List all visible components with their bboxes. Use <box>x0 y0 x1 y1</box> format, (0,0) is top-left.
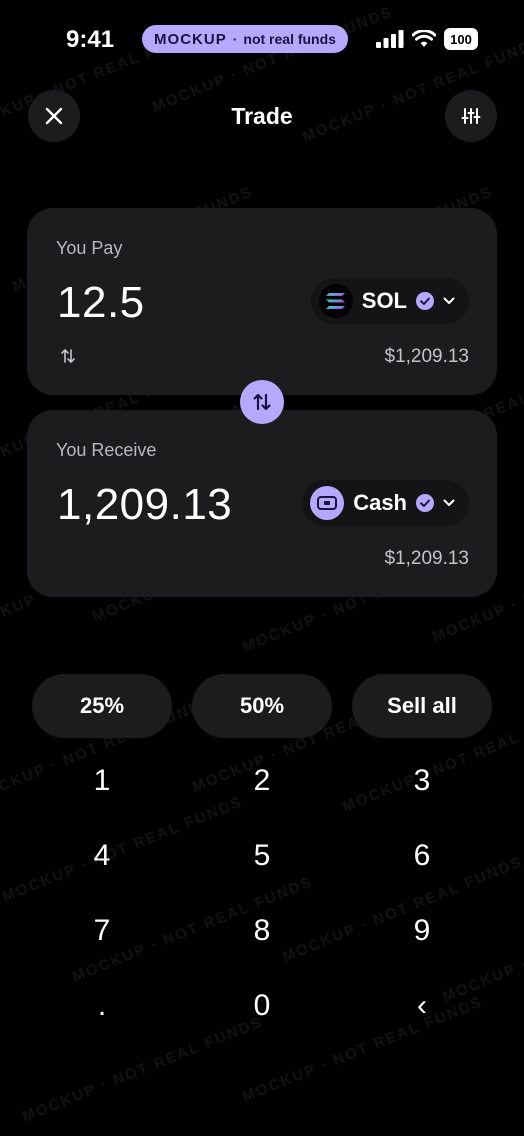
key-5[interactable]: 5 <box>182 821 342 891</box>
pay-token-selector[interactable]: SOL <box>310 278 469 324</box>
backspace-key[interactable]: ‹ <box>342 971 502 1041</box>
key-0[interactable]: 0 <box>182 971 342 1041</box>
chevron-down-icon <box>443 297 455 304</box>
receive-amount: 1,209.13 <box>57 480 233 529</box>
key-decimal[interactable]: . <box>22 971 182 1041</box>
banner-strong-text: MOCKUP <box>154 30 227 48</box>
pay-label: You Pay <box>56 238 123 258</box>
mockup-banner: MOCKUP · not real funds <box>142 25 348 53</box>
sliders-icon <box>461 108 481 124</box>
sol-icon <box>318 284 353 318</box>
sell-all-button[interactable]: Sell all <box>352 674 492 738</box>
status-bar: 9:41 MOCKUP · not real funds 100 <box>0 0 524 80</box>
pay-amount[interactable]: 12.5 <box>57 278 145 328</box>
key-9[interactable]: 9 <box>342 896 502 966</box>
status-icons: 100 <box>376 28 478 50</box>
banner-light-text: not real funds <box>243 31 336 47</box>
banner-separator: · <box>232 31 238 47</box>
key-7[interactable]: 7 <box>22 896 182 966</box>
receive-usd-value: $1,209.13 <box>384 548 469 569</box>
receive-token-name: Cash <box>353 490 407 515</box>
swap-direction-button[interactable] <box>240 380 284 424</box>
receive-token-selector[interactable]: Cash <box>302 480 469 526</box>
status-time: 9:41 <box>66 26 115 53</box>
quick-amount-50-button[interactable]: 50% <box>192 674 332 738</box>
receive-label: You Receive <box>56 440 157 460</box>
pay-usd-value: $1,209.13 <box>384 346 469 367</box>
swap-arrows-icon <box>253 393 271 411</box>
key-3[interactable]: 3 <box>342 746 502 816</box>
cash-icon <box>310 486 345 520</box>
pay-token-name: SOL <box>361 288 407 313</box>
toggle-currency-icon[interactable] <box>60 348 76 364</box>
verified-icon <box>416 494 434 512</box>
signal-icon <box>376 30 404 48</box>
wifi-icon <box>412 30 436 47</box>
receive-card: You Receive 1,209.13 Cash $1,209.13 <box>27 410 497 597</box>
key-4[interactable]: 4 <box>22 821 182 891</box>
key-2[interactable]: 2 <box>182 746 342 816</box>
pay-card: You Pay 12.5 SOL $1,209.13 <box>27 208 497 395</box>
chevron-down-icon <box>443 499 455 506</box>
key-6[interactable]: 6 <box>342 821 502 891</box>
settings-button[interactable] <box>445 90 497 142</box>
verified-icon <box>416 292 434 310</box>
key-1[interactable]: 1 <box>22 746 182 816</box>
key-8[interactable]: 8 <box>182 896 342 966</box>
battery-icon: 100 <box>444 28 478 50</box>
quick-amount-25-button[interactable]: 25% <box>32 674 172 738</box>
